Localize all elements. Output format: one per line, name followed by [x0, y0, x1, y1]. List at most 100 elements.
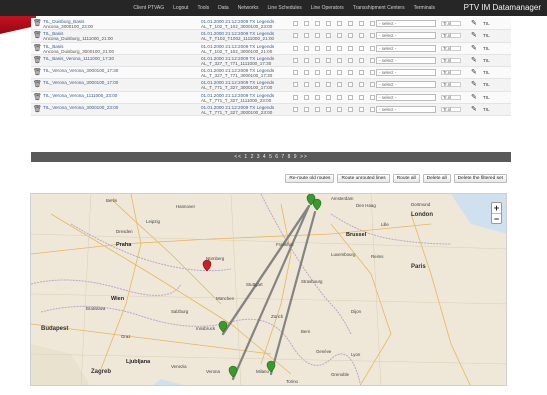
checkbox[interactable] — [348, 82, 353, 88]
checkbox[interactable] — [359, 21, 364, 26]
checkbox[interactable] — [293, 33, 298, 39]
checkbox[interactable] — [293, 21, 298, 26]
checkbox[interactable] — [370, 107, 375, 113]
checkbox[interactable] — [293, 57, 298, 63]
checkbox[interactable] — [359, 57, 364, 63]
checkbox[interactable] — [315, 107, 320, 113]
checkbox[interactable] — [326, 70, 331, 76]
row-label-input[interactable]: Tr.nl — [441, 70, 461, 76]
checkbox[interactable] — [304, 70, 309, 76]
checkbox[interactable] — [315, 82, 320, 88]
edit-icon[interactable]: ✎ — [471, 94, 477, 101]
route-map[interactable]: Den Haag Dortmund Amsterdam London Berlin Han… — [30, 193, 507, 386]
operator-select[interactable]: - select - — [376, 20, 436, 27]
checkbox[interactable] — [348, 70, 353, 76]
checkbox[interactable] — [315, 57, 320, 63]
table-row[interactable]: 🗑 TIL_Verona_Verona_3000100_23:00 01.01.… — [31, 104, 511, 117]
checkbox[interactable] — [293, 94, 298, 100]
checkbox[interactable] — [337, 107, 342, 113]
checkbox[interactable] — [304, 33, 309, 39]
checkbox[interactable] — [304, 57, 309, 63]
checkbox[interactable] — [337, 21, 342, 26]
checkbox[interactable] — [315, 21, 320, 26]
checkbox[interactable] — [326, 94, 331, 100]
nav-line-schedules[interactable]: Line Schedules — [268, 5, 302, 11]
table-row[interactable]: 🗑 TIL_Verona_Verona_1111000_23:00 01.01.… — [31, 91, 511, 105]
row-label-input[interactable]: Tr.nl — [441, 82, 461, 88]
operator-select[interactable]: - select - — [376, 69, 436, 77]
nav-terminals[interactable]: Terminals — [414, 5, 435, 11]
checkbox[interactable] — [326, 45, 331, 51]
trash-icon[interactable]: 🗑 — [33, 20, 42, 27]
checkbox[interactable] — [315, 94, 320, 100]
checkbox[interactable] — [348, 107, 353, 113]
checkbox[interactable] — [348, 21, 353, 26]
checkbox[interactable] — [293, 107, 298, 113]
row-label-input[interactable]: Tr.nl — [441, 57, 461, 63]
checkbox[interactable] — [326, 57, 331, 63]
checkbox[interactable] — [359, 107, 364, 113]
trash-icon[interactable]: 🗑 — [33, 94, 42, 101]
checkbox[interactable] — [348, 94, 353, 100]
checkbox[interactable] — [293, 70, 298, 76]
zoom-in-button[interactable]: + — [492, 203, 501, 213]
row-label-input[interactable]: Tr.nl — [441, 21, 461, 26]
row-label-input[interactable]: Tr.nl — [441, 107, 461, 113]
zoom-out-button[interactable]: − — [492, 213, 501, 224]
checkbox[interactable] — [337, 70, 342, 76]
nav-line-operators[interactable]: Line Operators — [311, 5, 344, 11]
nav-networks[interactable]: Networks — [238, 5, 259, 11]
checkbox[interactable] — [359, 45, 364, 51]
checkbox[interactable] — [315, 70, 320, 76]
table-row[interactable]: 🗑 TIL_Basis_Verona_1111000_17:30 01.01.2… — [31, 54, 511, 68]
checkbox[interactable] — [337, 94, 342, 100]
checkbox[interactable] — [304, 21, 309, 26]
delete-all-button[interactable]: Delete all — [422, 174, 451, 183]
checkbox[interactable] — [370, 33, 375, 39]
checkbox[interactable] — [370, 70, 375, 76]
table-row[interactable]: 🗑 TIL_Basis Ancona_Duisburg_3000100_21:0… — [31, 42, 511, 55]
operator-select[interactable]: - select - — [376, 106, 436, 114]
checkbox[interactable] — [304, 45, 309, 51]
checkbox[interactable] — [304, 94, 309, 100]
pagination[interactable]: << 1 2 3 4 5 6 7 8 9 >> — [31, 152, 511, 162]
checkbox[interactable] — [370, 57, 375, 63]
table-row[interactable]: 🗑 TIL_Duisburg_Basis Ancona_3000100_23:0… — [31, 18, 511, 31]
edit-icon[interactable]: ✎ — [471, 106, 477, 113]
checkbox[interactable] — [315, 33, 320, 39]
table-row[interactable]: 🗑 TIL_Verona_Verona_3000100_17:30 01.01.… — [31, 67, 511, 80]
trash-icon[interactable]: 🗑 — [33, 45, 42, 52]
trash-icon[interactable]: 🗑 — [33, 69, 42, 76]
operator-select[interactable]: - select - — [376, 93, 436, 101]
route-unrouted-button[interactable]: Route unrouted lines — [337, 174, 390, 183]
trash-icon[interactable]: 🗑 — [33, 32, 42, 39]
checkbox[interactable] — [370, 45, 375, 51]
checkbox[interactable] — [293, 45, 298, 51]
operator-select[interactable]: - select - — [376, 56, 436, 64]
nav-data[interactable]: Data — [218, 5, 229, 11]
checkbox[interactable] — [326, 82, 331, 88]
checkbox[interactable] — [370, 21, 375, 26]
nav-tools[interactable]: Tools — [197, 5, 209, 11]
route-all-button[interactable]: Route all — [392, 174, 420, 183]
checkbox[interactable] — [359, 33, 364, 39]
checkbox[interactable] — [326, 33, 331, 39]
edit-icon[interactable]: ✎ — [471, 57, 477, 64]
edit-icon[interactable]: ✎ — [471, 45, 477, 52]
checkbox[interactable] — [348, 33, 353, 39]
edit-icon[interactable]: ✎ — [471, 81, 477, 88]
trash-icon[interactable]: 🗑 — [33, 81, 42, 88]
checkbox[interactable] — [315, 45, 320, 51]
checkbox[interactable] — [348, 45, 353, 51]
checkbox[interactable] — [359, 94, 364, 100]
row-label-input[interactable]: Tr.nl — [441, 33, 461, 39]
checkbox[interactable] — [370, 82, 375, 88]
trash-icon[interactable]: 🗑 — [33, 57, 42, 64]
nav-client[interactable]: Client PTVAG — [133, 5, 164, 11]
row-label-input[interactable]: Tr.nl — [441, 94, 461, 100]
checkbox[interactable] — [326, 107, 331, 113]
checkbox[interactable] — [359, 82, 364, 88]
checkbox[interactable] — [337, 45, 342, 51]
checkbox[interactable] — [348, 57, 353, 63]
reroute-old-button[interactable]: Re-route old routes — [285, 174, 335, 183]
